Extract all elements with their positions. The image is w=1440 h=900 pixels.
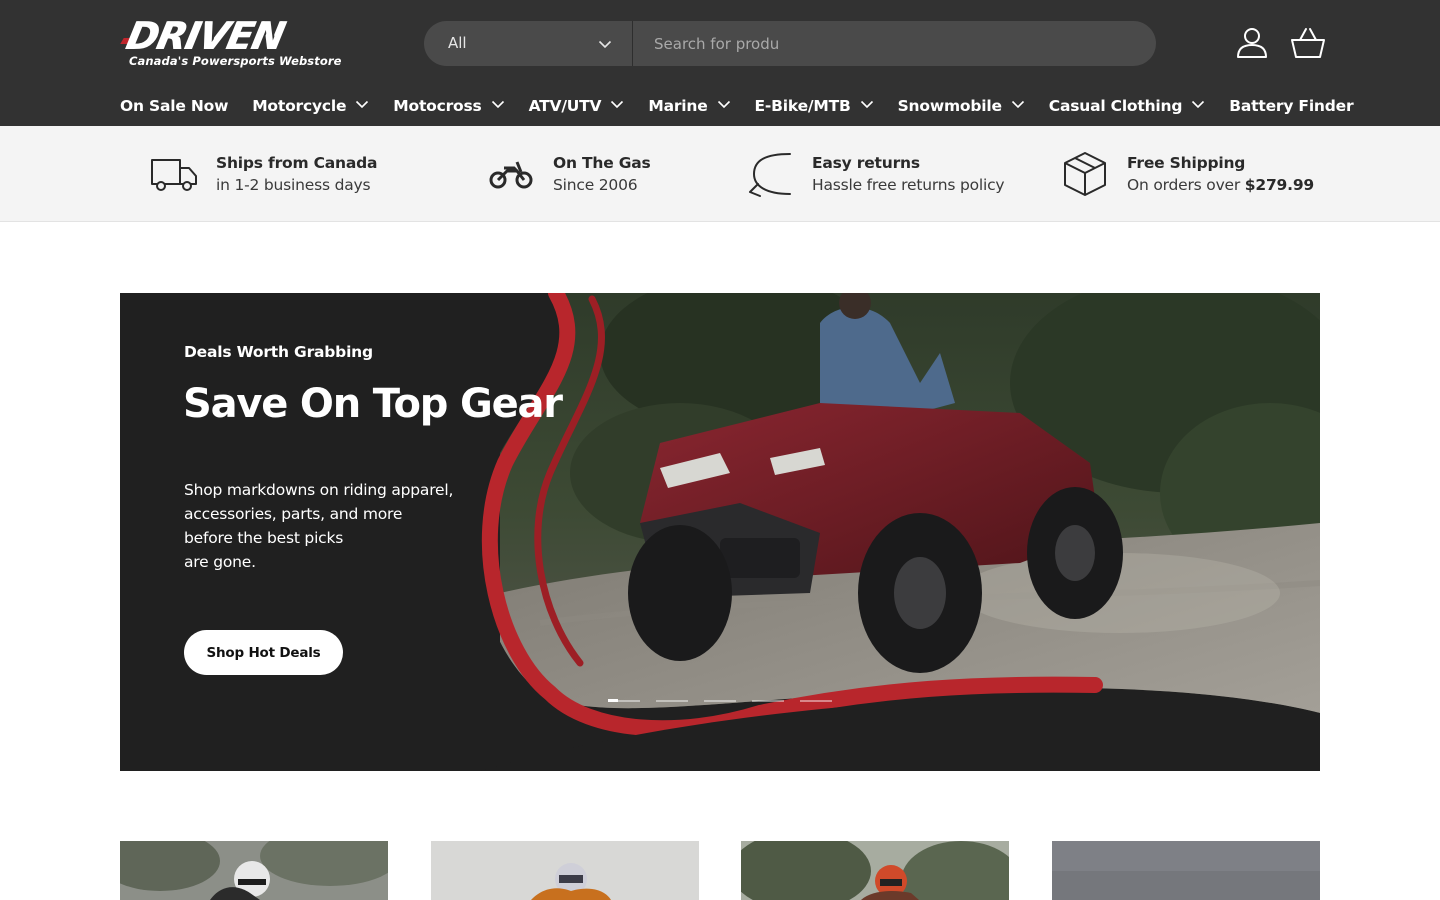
usp-subtitle: Since 2006	[553, 176, 638, 194]
hero-body: Shop markdowns on riding apparel, access…	[184, 478, 484, 574]
usp-subtitle: Hassle free returns policy	[812, 176, 1005, 194]
nav-item-label: E-Bike/MTB	[754, 97, 851, 115]
site-header: DRIVEN Canada's Powersports Webstore All…	[0, 0, 1440, 126]
category-card-image	[1052, 841, 1320, 900]
nav-item-snowmobile[interactable]: Snowmobile	[898, 97, 1025, 115]
usp-title: Easy returns	[812, 154, 920, 172]
hero-eyebrow: Deals Worth Grabbing	[184, 343, 373, 361]
usp-item-free-shipping: Free Shipping On orders over $279.99	[1061, 126, 1314, 222]
cart-button[interactable]	[1289, 26, 1327, 60]
chevron-down-icon	[860, 97, 874, 115]
nav-item-on-sale-now[interactable]: On Sale Now	[120, 97, 228, 115]
hero-body-line: Shop markdowns on riding apparel,	[184, 481, 454, 499]
category-card-image	[431, 841, 699, 900]
chevron-down-icon	[610, 97, 624, 115]
search-bar: All	[424, 21, 1156, 66]
search-input[interactable]	[634, 21, 1156, 66]
logo-wordmark: DRIVEN	[123, 14, 289, 58]
slide-dot-1[interactable]	[608, 699, 640, 702]
usp-item-heritage: On The Gas Since 2006	[487, 126, 651, 222]
nav-item-label: Marine	[648, 97, 708, 115]
nav-item-label: On Sale Now	[120, 97, 229, 115]
chevron-down-icon	[717, 97, 731, 115]
nav-item-label: Motocross	[393, 97, 482, 115]
hero-title: Save On Top Gear	[183, 381, 563, 427]
slide-dot-3[interactable]	[704, 700, 736, 702]
category-cards	[120, 841, 1320, 900]
slide-dot-2[interactable]	[656, 700, 688, 702]
category-card-2[interactable]	[431, 841, 699, 900]
category-card-image	[741, 841, 1009, 900]
usp-subtitle: in 1-2 business days	[216, 176, 371, 194]
nav-item-label: Snowmobile	[897, 97, 1002, 115]
nav-item-motorcycle[interactable]: Motorcycle	[252, 97, 369, 115]
chevron-down-icon	[491, 97, 505, 115]
basket-icon	[1289, 28, 1327, 64]
account-button[interactable]	[1234, 26, 1270, 60]
return-arrow-icon	[746, 153, 794, 197]
chevron-down-icon	[355, 97, 369, 115]
nav-item-label: Battery Finder	[1229, 97, 1354, 115]
chevron-down-icon	[1011, 97, 1025, 115]
hero-body-line: are gone.	[184, 553, 256, 571]
nav-item-label: Casual Clothing	[1048, 97, 1183, 115]
box-icon	[1061, 152, 1109, 196]
logo-tagline: Canada's Powersports Webstore	[129, 54, 342, 68]
nav-item-motocross[interactable]: Motocross	[393, 97, 504, 115]
nav-item-label: Motorcycle	[252, 97, 347, 115]
search-category-value: All	[448, 34, 467, 52]
shop-hot-deals-button[interactable]: Shop Hot Deals	[184, 630, 343, 675]
nav-item-marine[interactable]: Marine	[648, 97, 730, 115]
motorbike-icon	[487, 154, 535, 194]
usp-bar: Ships from Canada in 1-2 business days O…	[0, 126, 1440, 222]
category-card-image	[120, 841, 388, 900]
hero-body-line: accessories, parts, and more	[184, 505, 403, 523]
slide-dot-4[interactable]	[752, 700, 784, 702]
slideshow-pagination	[608, 699, 848, 702]
usp-title: Free Shipping	[1127, 154, 1246, 172]
usp-item-shipping: Ships from Canada in 1-2 business days	[150, 126, 377, 222]
category-card-1[interactable]	[120, 841, 388, 900]
usp-subtitle: On orders over $279.99	[1127, 176, 1314, 194]
hero-body-line: before the best picks	[184, 529, 344, 547]
chevron-down-icon	[598, 36, 612, 55]
truck-icon	[150, 154, 198, 194]
usp-subtitle-prefix: On orders over	[1127, 176, 1241, 194]
category-card-4[interactable]	[1052, 841, 1320, 900]
hero-slideshow: Deals Worth Grabbing Save On Top Gear Sh…	[120, 293, 1320, 771]
usp-title: Ships from Canada	[216, 154, 378, 172]
driven-logo[interactable]: DRIVEN Canada's Powersports Webstore	[120, 14, 348, 72]
account-icon	[1234, 28, 1270, 64]
nav-item-battery-finder[interactable]: Battery Finder	[1229, 97, 1353, 115]
nav-item-label: ATV/UTV	[528, 97, 602, 115]
usp-item-returns: Easy returns Hassle free returns policy	[746, 126, 1005, 222]
category-card-3[interactable]	[741, 841, 1009, 900]
main-nav: On Sale Now Motorcycle Motocross ATV/UTV Mar…	[120, 92, 1377, 120]
usp-title: On The Gas	[553, 154, 651, 172]
free-shipping-threshold: $279.99	[1244, 176, 1314, 194]
nav-item-e-bike-mtb[interactable]: E-Bike/MTB	[755, 97, 874, 115]
nav-item-casual-clothing[interactable]: Casual Clothing	[1049, 97, 1206, 115]
search-category-select[interactable]: All	[424, 21, 633, 66]
slide-dot-5[interactable]	[800, 700, 832, 702]
nav-item-atv-utv[interactable]: ATV/UTV	[529, 97, 625, 115]
chevron-down-icon	[1191, 97, 1205, 115]
